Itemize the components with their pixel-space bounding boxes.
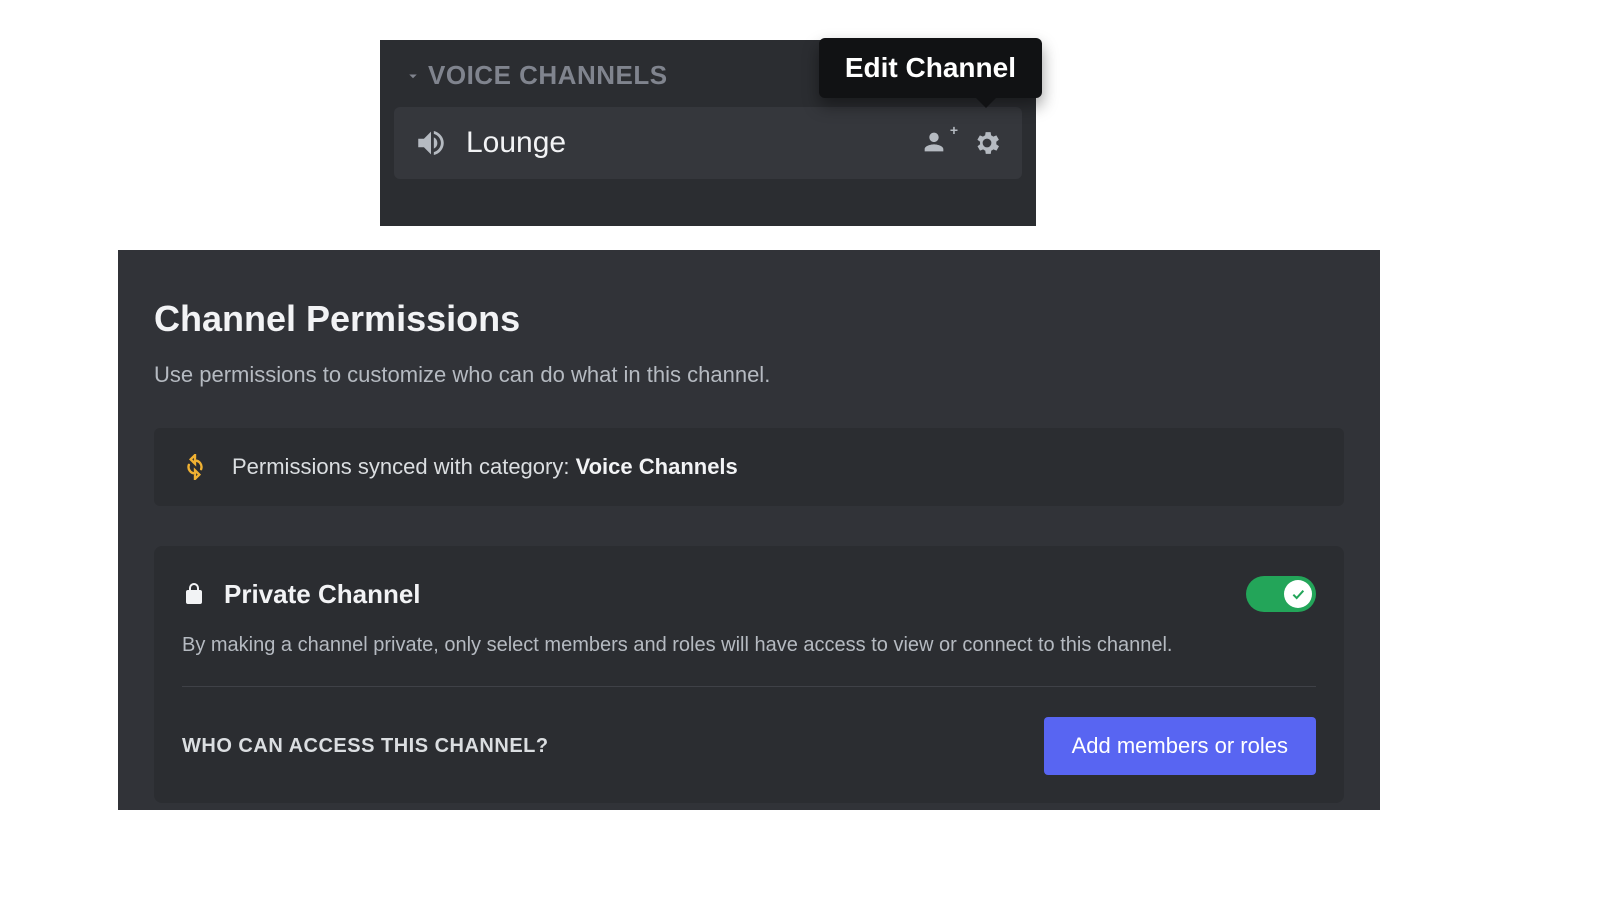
sync-prefix: Permissions synced with category: <box>232 454 576 479</box>
channel-list-panel: Edit Channel VOICE CHANNELS Lounge + <box>380 40 1036 226</box>
private-channel-section: Private Channel By making a channel priv… <box>154 546 1344 803</box>
plus-icon: + <box>950 122 958 138</box>
channel-actions: + <box>920 128 1002 158</box>
category-label: VOICE CHANNELS <box>428 60 668 91</box>
private-channel-header: Private Channel <box>182 576 1316 612</box>
tooltip-text: Edit Channel <box>845 52 1016 83</box>
private-channel-toggle[interactable] <box>1246 576 1316 612</box>
toggle-knob <box>1284 580 1312 608</box>
edit-channel-tooltip: Edit Channel <box>819 38 1042 98</box>
private-channel-description: By making a channel private, only select… <box>182 630 1316 660</box>
lock-icon <box>182 582 206 606</box>
sync-text: Permissions synced with category: Voice … <box>232 454 738 480</box>
divider <box>182 686 1316 687</box>
voice-channel-row[interactable]: Lounge + <box>394 107 1022 179</box>
chevron-down-icon <box>404 67 422 85</box>
person-add-icon <box>920 128 948 156</box>
page-title: Channel Permissions <box>154 298 1344 340</box>
speaker-icon <box>414 126 448 160</box>
access-section-label: WHO CAN ACCESS THIS CHANNEL? <box>182 735 549 758</box>
add-members-button[interactable]: Add members or roles <box>1044 717 1316 775</box>
create-invite-button[interactable]: + <box>920 128 954 158</box>
permissions-sync-banner: Permissions synced with category: Voice … <box>154 428 1344 506</box>
check-icon <box>1290 586 1306 602</box>
gear-icon[interactable] <box>972 128 1002 158</box>
channel-name: Lounge <box>466 126 920 160</box>
access-row: WHO CAN ACCESS THIS CHANNEL? Add members… <box>182 717 1316 775</box>
sync-icon <box>182 454 208 480</box>
private-channel-label: Private Channel <box>224 579 1246 610</box>
channel-permissions-panel: Channel Permissions Use permissions to c… <box>118 250 1380 810</box>
page-subtitle: Use permissions to customize who can do … <box>154 362 1344 388</box>
sync-category: Voice Channels <box>576 454 738 479</box>
